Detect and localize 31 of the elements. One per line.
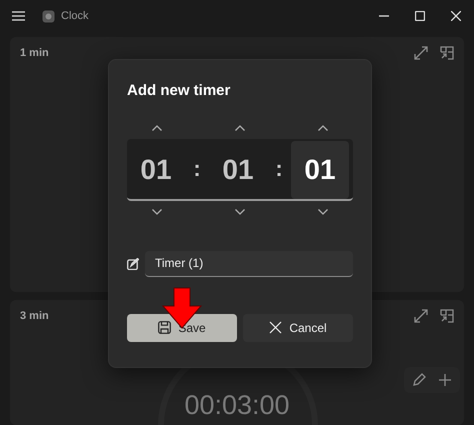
compact-overlay-icon[interactable] xyxy=(440,309,454,324)
edit-icon xyxy=(127,258,139,270)
separator: : xyxy=(192,155,202,183)
time-segment[interactable]: 01 xyxy=(291,140,349,198)
chevron-up-button[interactable] xyxy=(234,124,244,130)
close-icon[interactable] xyxy=(451,11,461,21)
time-segment[interactable]: 01 xyxy=(209,140,267,198)
name-field[interactable]: Timer (1) xyxy=(145,250,353,276)
clock-app-icon xyxy=(42,10,55,22)
chevron-down-button[interactable] xyxy=(152,208,162,214)
save-icon[interactable] xyxy=(158,321,172,334)
expand-icon[interactable] xyxy=(414,309,428,324)
timer-display: 00:03:00 xyxy=(183,392,291,419)
timer-label: 3 min xyxy=(20,309,49,324)
edit-icon[interactable] xyxy=(412,373,426,387)
chevron-up-button[interactable] xyxy=(318,124,328,130)
timer-label: 1 min xyxy=(20,46,49,61)
chevron-up-button[interactable] xyxy=(152,124,162,130)
maximize-icon[interactable] xyxy=(415,11,425,21)
add-icon[interactable] xyxy=(438,373,452,387)
separator: : xyxy=(274,155,284,183)
time-segment[interactable]: 01 xyxy=(127,140,185,198)
dialog-title: Add new timer xyxy=(127,81,232,101)
chevron-down-button[interactable] xyxy=(234,208,244,214)
compact-overlay-icon[interactable] xyxy=(440,46,454,60)
window-title: Clock xyxy=(61,8,89,24)
menu-icon[interactable] xyxy=(12,11,25,21)
close-icon[interactable] xyxy=(269,321,282,334)
chevron-down-button[interactable] xyxy=(318,208,328,214)
cancel-button[interactable]: Cancel xyxy=(243,314,353,342)
expand-icon[interactable] xyxy=(414,46,428,60)
